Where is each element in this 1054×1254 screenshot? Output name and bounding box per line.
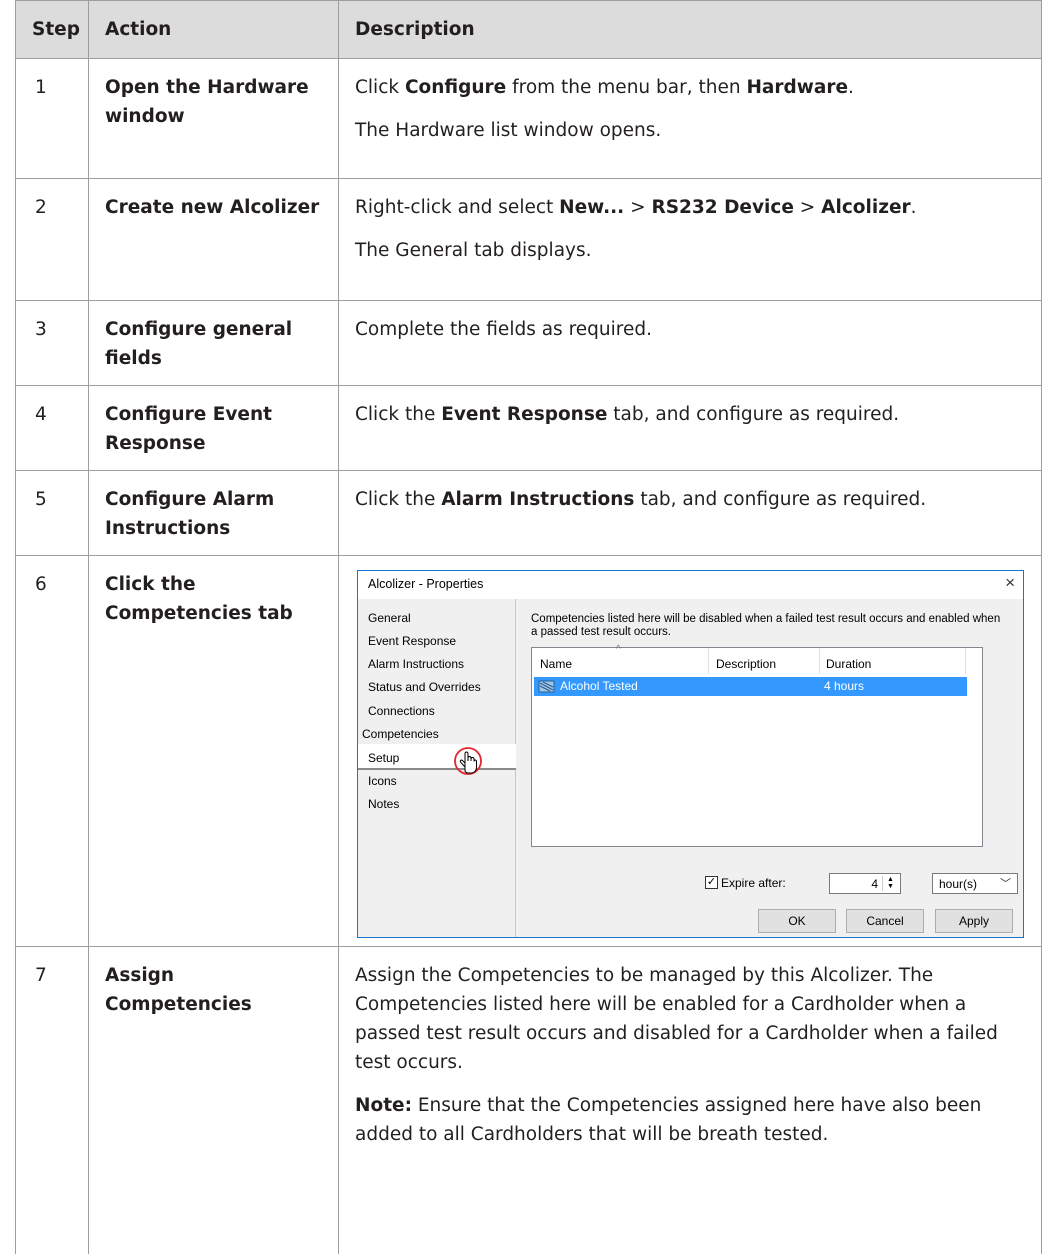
nav-item-status-overrides[interactable]: Status and Overrides <box>368 680 481 694</box>
cancel-button[interactable]: Cancel <box>846 909 924 933</box>
description-paragraph: The General tab displays. <box>355 240 592 261</box>
procedure-table: Step Action Description 1 Open the Hardw… <box>15 0 1042 1254</box>
step-screenshot-cell: Alcolizer - Properties × General Event R… <box>338 555 1042 947</box>
step-number: 7 <box>15 946 89 1254</box>
nav-selection-underline <box>358 768 516 770</box>
close-icon[interactable]: × <box>1005 573 1015 593</box>
step-description: Click Configure from the menu bar, then … <box>338 58 1042 179</box>
competency-name: Alcohol Tested <box>560 679 638 693</box>
nav-item-alarm-instructions[interactable]: Alarm Instructions <box>368 657 464 671</box>
step-action: Assign Competencies <box>88 946 339 1254</box>
table-header-row: Step Action Description <box>15 0 1042 59</box>
nav-item-notes[interactable]: Notes <box>368 797 399 811</box>
dialog-title: Alcolizer - Properties <box>368 577 484 591</box>
emphasis-text: Alarm Instructions <box>441 489 635 510</box>
expire-value-stepper[interactable]: 4 ▲ ▼ <box>829 873 901 894</box>
emphasis-text: Note: <box>355 1095 412 1116</box>
chevron-down-icon: ﹀ <box>1000 878 1011 890</box>
emphasis-text: RS232 Device <box>651 197 794 218</box>
step-action: Configure Event Response <box>88 385 339 471</box>
step-description: Click the Event Response tab, and config… <box>338 385 1042 471</box>
emphasis-text: Alcolizer <box>821 197 911 218</box>
step-action: Click the Competencies tab <box>88 555 339 947</box>
document-page: Step Action Description 1 Open the Hardw… <box>0 0 1054 1254</box>
nav-item-event-response[interactable]: Event Response <box>368 634 456 648</box>
ok-button[interactable]: OK <box>758 909 836 933</box>
hand-cursor-icon <box>454 747 482 775</box>
step-number: 2 <box>15 178 89 301</box>
apply-button[interactable]: Apply <box>935 909 1013 933</box>
step-action: Open the Hardware window <box>88 58 339 179</box>
description-paragraph: Right-click and select New... > RS232 De… <box>355 197 917 218</box>
stepper-down-icon[interactable]: ▼ <box>883 883 898 890</box>
column-separator[interactable] <box>819 648 820 674</box>
step-description: Complete the fields as required. <box>338 300 1042 386</box>
step-number: 5 <box>15 470 89 556</box>
list-header: ^ Name Description Duration <box>532 644 982 674</box>
nav-item-setup[interactable]: Setup <box>368 751 399 765</box>
description-paragraph: Click the Event Response tab, and config… <box>355 404 900 425</box>
column-header-duration[interactable]: Duration <box>826 657 871 671</box>
table-row: 6 Click the Competencies tab Alcolizer -… <box>15 555 1042 947</box>
expire-label: Expire after: <box>721 876 786 890</box>
description-paragraph: Click Configure from the menu bar, then … <box>355 77 854 98</box>
list-item[interactable]: Alcohol Tested 4 hours <box>534 677 967 696</box>
column-separator[interactable] <box>965 648 966 674</box>
description-paragraph: Click the Alarm Instructions tab, and co… <box>355 489 927 510</box>
step-description: Assign the Competencies to be managed by… <box>338 946 1042 1254</box>
description-paragraph: The Hardware list window opens. <box>355 120 662 141</box>
dialog-nav: General Event Response Alarm Instruction… <box>358 599 516 937</box>
sort-arrow-icon: ^ <box>616 644 621 655</box>
expire-value: 4 <box>871 877 878 891</box>
step-description: Right-click and select New... > RS232 De… <box>338 178 1042 301</box>
header-action: Action <box>88 0 339 59</box>
step-description: Click the Alarm Instructions tab, and co… <box>338 470 1042 556</box>
properties-dialog: Alcolizer - Properties × General Event R… <box>357 570 1024 938</box>
step-number: 1 <box>15 58 89 179</box>
expire-unit-select[interactable]: hour(s) ﹀ <box>932 873 1018 894</box>
column-header-name[interactable]: Name <box>540 657 572 671</box>
emphasis-text: Event Response <box>441 404 608 425</box>
table-row: 3 Configure general fields Complete the … <box>15 300 1042 386</box>
column-header-description[interactable]: Description <box>716 657 776 671</box>
table-row: 5 Configure Alarm Instructions Click the… <box>15 470 1042 556</box>
step-number: 4 <box>15 385 89 471</box>
competency-duration: 4 hours <box>824 679 865 693</box>
expire-unit-value: hour(s) <box>939 877 978 891</box>
competency-icon <box>538 680 555 693</box>
header-description: Description <box>338 0 1042 59</box>
expire-checkbox[interactable]: ✓ <box>705 876 718 889</box>
emphasis-text: Hardware <box>746 77 849 98</box>
step-number: 6 <box>15 555 89 947</box>
competencies-pane: Competencies listed here will be disable… <box>517 599 1023 937</box>
nav-item-competencies[interactable]: Competencies <box>362 727 439 741</box>
header-step: Step <box>15 0 89 59</box>
emphasis-text: New... <box>559 197 625 218</box>
column-separator[interactable] <box>708 648 709 674</box>
table-row: 4 Configure Event Response Click the Eve… <box>15 385 1042 471</box>
description-paragraph: Note: Ensure that the Competencies assig… <box>355 1095 982 1145</box>
step-number: 3 <box>15 300 89 386</box>
description-paragraph: Complete the fields as required. <box>355 319 652 340</box>
stepper-arrows[interactable]: ▲ ▼ <box>882 876 898 891</box>
table-row: 7 Assign Competencies Assign the Compete… <box>15 946 1042 1254</box>
competencies-list[interactable]: ^ Name Description Duration Alcohol Test… <box>531 644 983 847</box>
dialog-titlebar: Alcolizer - Properties × <box>358 571 1023 599</box>
nav-item-general[interactable]: General <box>368 611 411 625</box>
emphasis-text: Configure <box>404 77 507 98</box>
competencies-intro-text: Competencies listed here will be disable… <box>531 613 1001 638</box>
table-row: 2 Create new Alcolizer Right-click and s… <box>15 178 1042 301</box>
step-action: Configure general fields <box>88 300 339 386</box>
step-action: Configure Alarm Instructions <box>88 470 339 556</box>
description-paragraph: Assign the Competencies to be managed by… <box>355 965 998 1073</box>
step-action: Create new Alcolizer <box>88 178 339 301</box>
nav-item-connections[interactable]: Connections <box>368 704 435 718</box>
stepper-up-icon[interactable]: ▲ <box>883 876 898 883</box>
table-row: 1 Open the Hardware window Click Configu… <box>15 58 1042 179</box>
nav-item-icons[interactable]: Icons <box>368 774 397 788</box>
